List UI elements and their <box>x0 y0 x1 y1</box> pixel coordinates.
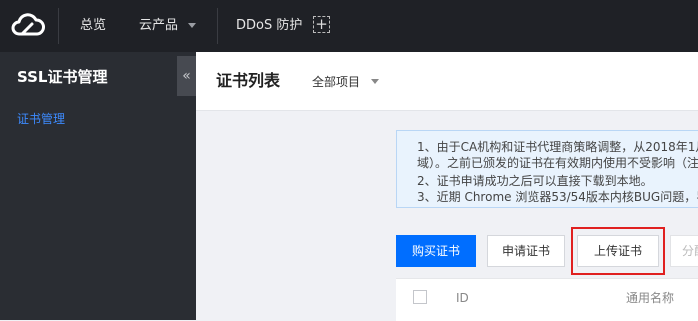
assign-button[interactable]: 分配 <box>670 235 698 267</box>
topbar-divider <box>58 8 59 44</box>
select-all-checkbox[interactable] <box>413 290 427 304</box>
top-navigation-bar: 总览 云产品 DDoS 防护 + <box>0 0 698 52</box>
add-shortcut-icon[interactable]: + <box>313 16 330 33</box>
page-title: 证书列表 <box>216 71 281 90</box>
highlight-box <box>571 227 665 275</box>
notice-banner: 1、由于CA机构和证书代理商策略调整，从2018年1月 域）。之前已颁发的证书在… <box>396 130 698 208</box>
cloud-logo-icon[interactable] <box>8 10 48 42</box>
notice-line: 1、由于CA机构和证书代理商策略调整，从2018年1月 <box>417 140 698 154</box>
nav-overview[interactable]: 总览 <box>80 17 106 35</box>
sidebar-title: SSL证书管理 <box>17 68 108 86</box>
sidebar: SSL证书管理 « 证书管理 <box>0 52 196 320</box>
notice-line: 域）。之前已颁发的证书在有效期内使用不受影响（注 <box>417 156 698 170</box>
table-header: ID 通用名称 <box>396 278 698 321</box>
buy-certificate-button[interactable]: 购买证书 <box>396 235 476 267</box>
notice-line: 2、证书申请成功之后可以直接下载到本地。 <box>417 174 653 188</box>
page-header: 证书列表 全部项目 <box>196 52 698 111</box>
column-header-id[interactable]: ID <box>456 290 469 306</box>
chevron-down-icon[interactable] <box>188 23 196 28</box>
nav-ddos-protection[interactable]: DDoS 防护 <box>236 17 302 35</box>
nav-cloud-products[interactable]: 云产品 <box>139 17 178 35</box>
collapse-sidebar-icon[interactable]: « <box>177 56 196 96</box>
chevron-down-icon[interactable] <box>371 79 379 84</box>
apply-certificate-button[interactable]: 申请证书 <box>487 235 565 267</box>
sidebar-item-certificate-management[interactable]: 证书管理 <box>17 111 65 127</box>
topbar-divider <box>217 8 218 44</box>
notice-line: 3、近期 Chrome 浏览器53/54版本内核BUG问题，导 <box>417 190 698 204</box>
column-header-common-name[interactable]: 通用名称 <box>626 290 674 306</box>
project-selector[interactable]: 全部项目 <box>312 74 360 90</box>
